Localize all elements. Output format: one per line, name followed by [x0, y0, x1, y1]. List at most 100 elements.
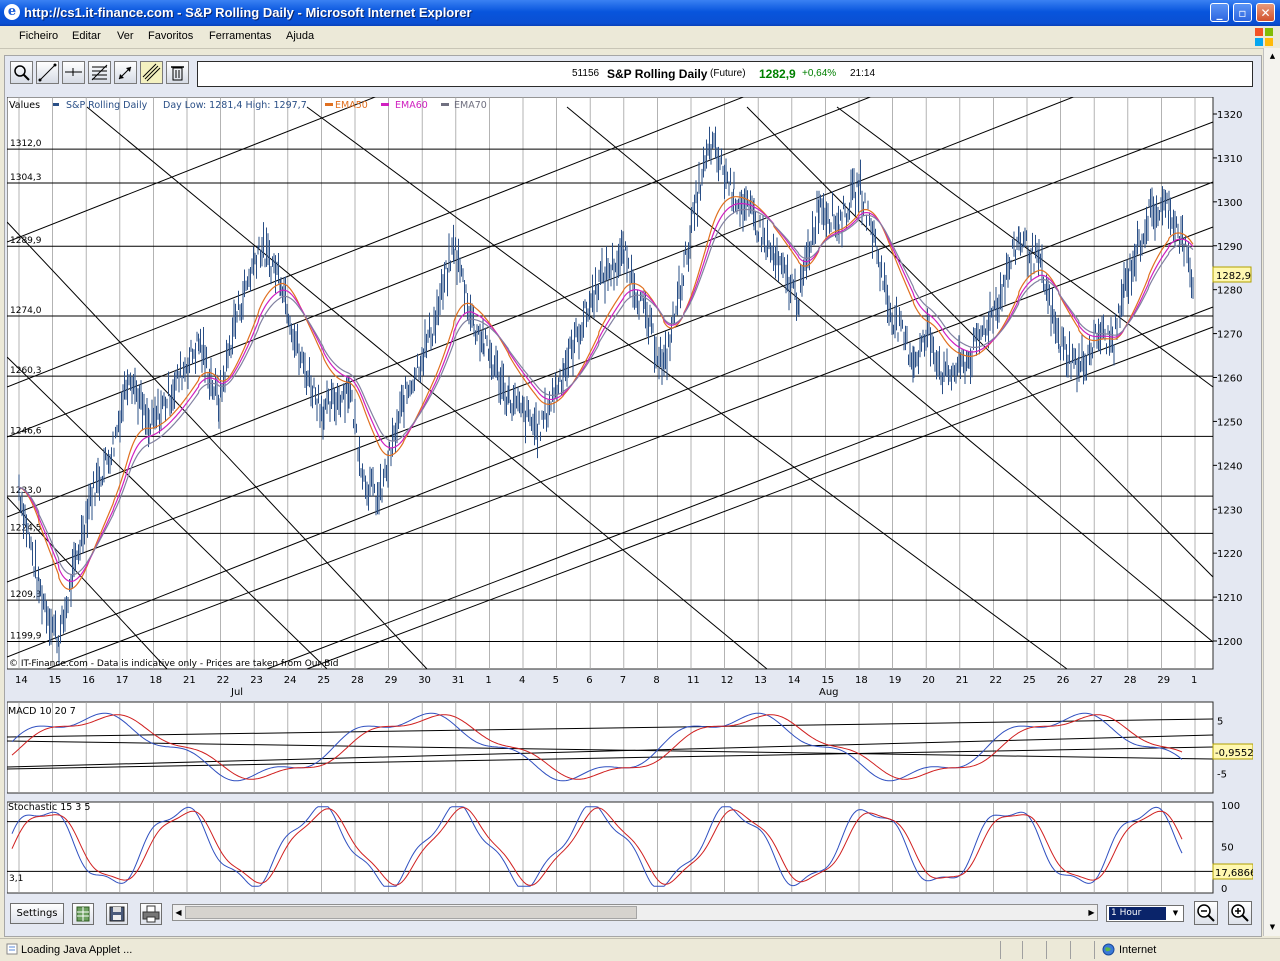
x-tick-label: 26 [1057, 675, 1070, 686]
x-tick-label: 1 [485, 675, 491, 686]
menu-editar[interactable]: Editar [72, 30, 101, 42]
price-axis-label: 1282,9 [1216, 271, 1251, 282]
x-tick-label: 18 [149, 675, 162, 686]
level-label: 1304,3 [10, 173, 42, 183]
x-tick-label: 20 [922, 675, 935, 686]
window-vertical-scrollbar[interactable]: ▲ ▼ [1263, 48, 1280, 936]
print-icon[interactable] [140, 903, 162, 925]
x-tick-label: 8 [653, 675, 659, 686]
y-tick-label: 1200 [1217, 637, 1242, 648]
x-tick-label: 27 [1090, 675, 1103, 686]
x-tick-label: 25 [1023, 675, 1036, 686]
scroll-down-icon[interactable]: ▼ [1266, 921, 1279, 934]
y-tick-label: 1210 [1217, 593, 1242, 604]
stoch-tick-label: 0 [1221, 884, 1227, 895]
ema70-label: EMA70 [454, 100, 487, 111]
quote-code: 51156 [572, 68, 600, 79]
stoch-tick-label: 100 [1221, 801, 1240, 812]
menu-ver[interactable]: Ver [117, 30, 134, 42]
arrow-icon[interactable] [114, 61, 137, 84]
quote-bar: 51156 S&P Rolling Daily (Future) 1282,9 … [197, 61, 1253, 87]
macd-tick-label: 5 [1217, 717, 1223, 728]
menu-bar: Ficheiro Editar Ver Favoritos Ferramenta… [0, 26, 1280, 49]
scroll-up-icon[interactable]: ▲ [1266, 50, 1279, 63]
x-tick-label: 15 [49, 675, 62, 686]
zoom-out-button[interactable] [1194, 901, 1218, 925]
x-tick-label: 5 [553, 675, 559, 686]
level-label: 1289,9 [10, 236, 42, 246]
chart-area[interactable]: 1320 1310 1300 1290 1280 1270 1260 1250 1240 1230… [6, 0, 1256, 897]
status-text: Loading Java Applet ... [21, 944, 133, 956]
x-tick-label: 7 [620, 675, 626, 686]
ema50-label: EMA50 [335, 100, 368, 111]
ema60-label: EMA60 [395, 100, 428, 111]
quote-change: +0,64% [802, 68, 837, 79]
scroll-thumb[interactable] [185, 906, 637, 919]
month-label: Aug [819, 687, 839, 698]
chevron-down-icon[interactable]: ▼ [1169, 907, 1182, 920]
stochastic-label: Stochastic 15 3 5 [8, 802, 90, 813]
y-tick-label: 1320 [1217, 110, 1242, 121]
horizontal-scrollbar[interactable]: ◀ ▶ [172, 904, 1098, 921]
x-tick-label: 14 [788, 675, 801, 686]
zoom-icon[interactable] [10, 61, 33, 84]
x-tick-label: 11 [687, 675, 700, 686]
timeframe-select[interactable]: 1 Hour ▼ [1106, 905, 1184, 922]
window-title: http://cs1.it-finance.com - S&P Rolling … [24, 5, 472, 20]
close-button[interactable]: ✕ [1256, 3, 1275, 22]
quote-price: 1282,9 [759, 67, 796, 81]
internet-zone-icon [1102, 943, 1115, 959]
macd-value-label: -0,9552 [1215, 748, 1253, 759]
settings-button[interactable]: Settings [10, 903, 64, 924]
month-label: Jul [230, 687, 243, 698]
x-tick-label: 19 [889, 675, 902, 686]
timeframe-value: 1 Hour [1109, 907, 1166, 920]
fibonacci-icon[interactable] [88, 61, 111, 84]
y-tick-label: 1260 [1217, 374, 1242, 385]
level-label: 1246,6 [10, 426, 42, 436]
x-tick-label: 30 [418, 675, 431, 686]
level-label: 1199,9 [10, 631, 42, 641]
x-tick-label: 18 [855, 675, 868, 686]
x-tick-label: 16 [82, 675, 95, 686]
menu-ferramentas[interactable]: Ferramentas [209, 30, 271, 42]
y-tick-label: 1250 [1217, 417, 1242, 428]
disclaimer: © IT-Finance.com - Data is indicative on… [9, 659, 338, 669]
macd-tick-label: -5 [1217, 770, 1227, 781]
ema50-swatch [325, 103, 333, 106]
horizontal-line-icon[interactable] [62, 61, 85, 84]
y-tick-label: 1290 [1217, 242, 1242, 253]
x-tick-label: 1 [1191, 675, 1197, 686]
save-icon[interactable] [106, 903, 128, 925]
stoch-tick-label: 50 [1221, 843, 1234, 854]
x-tick-label: 14 [15, 675, 28, 686]
maximize-button[interactable]: ▫ [1233, 3, 1252, 22]
x-tick-label: 22 [217, 675, 230, 686]
menu-favoritos[interactable]: Favoritos [148, 30, 193, 42]
y-tick-label: 1300 [1217, 198, 1242, 209]
parallel-lines-icon[interactable] [140, 61, 163, 84]
x-tick-label: 21 [183, 675, 196, 686]
y-tick-label: 1280 [1217, 286, 1242, 297]
ema70-swatch [441, 103, 449, 106]
quote-time: 21:14 [850, 68, 876, 79]
menu-ficheiro[interactable]: Ficheiro [19, 30, 58, 42]
x-tick-label: 25 [317, 675, 330, 686]
trendline-icon[interactable] [36, 61, 59, 84]
x-tick-label: 28 [351, 675, 364, 686]
x-tick-label: 29 [1157, 675, 1170, 686]
zoom-in-button[interactable] [1228, 901, 1252, 925]
trash-icon[interactable] [166, 61, 189, 84]
scroll-right-icon[interactable]: ▶ [1086, 905, 1097, 920]
scroll-left-icon[interactable]: ◀ [173, 905, 184, 920]
chart-canvas[interactable]: 1320131013001290128012701260125012401230… [6, 0, 1256, 897]
series-label: S&P Rolling Daily [66, 100, 148, 111]
minimize-button[interactable]: _ [1210, 3, 1229, 22]
x-tick-label: 22 [989, 675, 1002, 686]
spreadsheet-icon[interactable] [72, 903, 94, 925]
y-tick-label: 1220 [1217, 549, 1242, 560]
menu-ajuda[interactable]: Ajuda [286, 30, 314, 42]
x-tick-label: 15 [821, 675, 834, 686]
y-tick-label: 1240 [1217, 461, 1242, 472]
windows-logo-icon [1255, 28, 1273, 46]
